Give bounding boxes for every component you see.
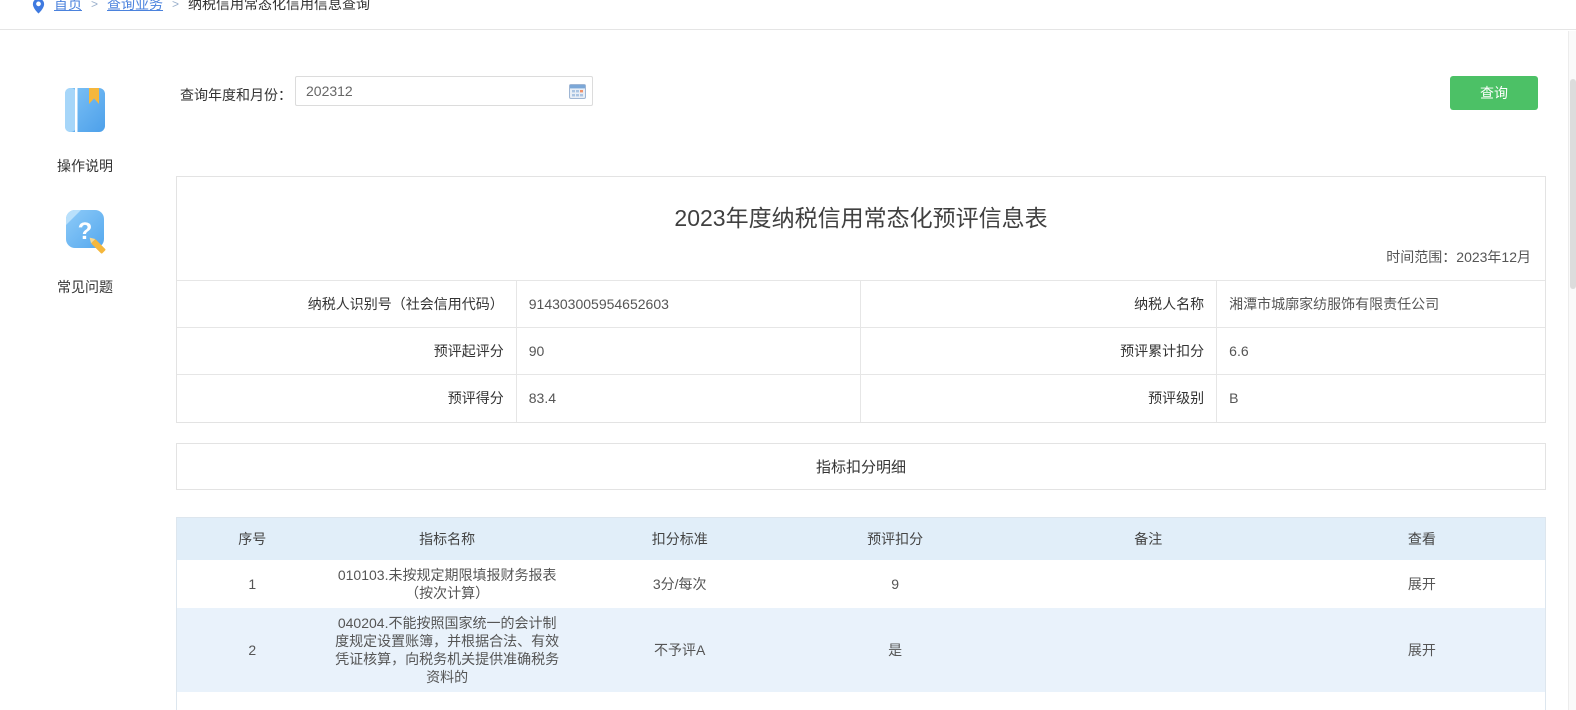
- credit-level-value: B: [1217, 375, 1545, 422]
- breadcrumb-home-link[interactable]: 首页: [54, 0, 82, 14]
- taxpayer-name-label: 纳税人名称: [861, 281, 1217, 328]
- deduction-cell: 是: [793, 608, 998, 692]
- col-header-standard: 扣分标准: [567, 518, 793, 560]
- table-row: 1 010103.未按规定期限填报财务报表 （按次计算） 3分/每次 9 展开: [177, 560, 1545, 608]
- deduction-detail-section-title: 指标扣分明细: [176, 443, 1546, 490]
- deduction-detail-table-container: 序号 指标名称 扣分标准 预评扣分 备注 查看 1 010103.未按规定期限填…: [176, 517, 1546, 710]
- sidebar-item-operation-guide[interactable]: 操作说明: [40, 85, 130, 176]
- remark-cell: [998, 560, 1299, 608]
- sidebar-item-label: 操作说明: [40, 156, 130, 176]
- sidebar: 操作说明 ? 常见: [40, 85, 130, 297]
- col-header-deduction: 预评扣分: [793, 518, 998, 560]
- sidebar-item-faq[interactable]: ? 常见问题: [40, 206, 130, 297]
- col-header-remark: 备注: [998, 518, 1299, 560]
- table-row: 2 040204.不能按照国家统一的会计制度规定设置账簿，并根据合法、有效凭证核…: [177, 608, 1545, 692]
- breadcrumb: 首页 > 查询业务 > 纳税信用常态化信用信息查询: [32, 0, 370, 14]
- sidebar-item-label: 常见问题: [40, 277, 130, 297]
- table-row: 纳税人识别号（社会信用代码） 914303005954652603 纳税人名称 …: [177, 281, 1545, 328]
- scrollbar[interactable]: [1568, 31, 1576, 710]
- page: 首页 > 查询业务 > 纳税信用常态化信用信息查询: [0, 0, 1576, 710]
- col-header-view: 查看: [1299, 518, 1545, 560]
- query-button[interactable]: 查询: [1450, 76, 1538, 110]
- calendar-icon[interactable]: [569, 84, 586, 104]
- breadcrumb-query-business-link[interactable]: 查询业务: [107, 0, 163, 14]
- col-header-seq: 序号: [177, 518, 327, 560]
- seq-cell: 1: [177, 560, 327, 608]
- expand-link[interactable]: 展开: [1408, 642, 1436, 658]
- total-deduction-label: 预评累计扣分: [861, 328, 1217, 375]
- start-score-label: 预评起评分: [177, 328, 516, 375]
- report-title: 2023年度纳税信用常态化预评信息表: [177, 199, 1545, 233]
- taxpayer-info-table: 纳税人识别号（社会信用代码） 914303005954652603 纳税人名称 …: [177, 280, 1545, 422]
- table-row: 预评起评分 90 预评累计扣分 6.6: [177, 328, 1545, 375]
- table-header-row: 序号 指标名称 扣分标准 预评扣分 备注 查看: [177, 518, 1545, 560]
- location-pin-icon: [32, 0, 45, 14]
- report-panel: 2023年度纳税信用常态化预评信息表 时间范围：2023年12月 纳税人识别号（…: [176, 176, 1546, 423]
- remark-cell: [998, 608, 1299, 692]
- query-period-input[interactable]: [295, 76, 593, 106]
- standard-cell: 3分/每次: [567, 560, 793, 608]
- col-header-indicator: 指标名称: [327, 518, 566, 560]
- report-header: 2023年度纳税信用常态化预评信息表 时间范围：2023年12月: [177, 177, 1545, 280]
- question-icon: ?: [62, 206, 108, 256]
- book-icon: [62, 85, 108, 135]
- start-score-value: 90: [516, 328, 861, 375]
- deduction-cell: 9: [793, 560, 998, 608]
- credit-level-label: 预评级别: [861, 375, 1217, 422]
- scrollbar-thumb[interactable]: [1570, 79, 1576, 289]
- query-period-label: 查询年度和月份：: [180, 85, 292, 105]
- taxpayer-name-value: 湘潭市城廓家纺服饰有限责任公司: [1217, 281, 1545, 328]
- deduction-detail-table: 序号 指标名称 扣分标准 预评扣分 备注 查看 1 010103.未按规定期限填…: [177, 518, 1545, 692]
- total-deduction-value: 6.6: [1217, 328, 1545, 375]
- seq-cell: 2: [177, 608, 327, 692]
- breadcrumb-current-page: 纳税信用常态化信用信息查询: [188, 0, 370, 14]
- table-row: 预评得分 83.4 预评级别 B: [177, 375, 1545, 422]
- standard-cell: 不予评A: [567, 608, 793, 692]
- query-period-field: [295, 76, 593, 106]
- time-range-value: 2023年12月: [1456, 249, 1531, 265]
- final-score-label: 预评得分: [177, 375, 516, 422]
- indicator-cell: 010103.未按规定期限填报财务报表 （按次计算）: [327, 560, 566, 608]
- expand-link[interactable]: 展开: [1408, 576, 1436, 592]
- taxpayer-id-label: 纳税人识别号（社会信用代码）: [177, 281, 516, 328]
- time-range: 时间范围：2023年12月: [1386, 247, 1531, 267]
- indicator-cell: 040204.不能按照国家统一的会计制度规定设置账簿，并根据合法、有效凭证核算，…: [327, 608, 566, 692]
- time-range-label: 时间范围：: [1386, 249, 1456, 265]
- svg-text:?: ?: [78, 218, 93, 245]
- breadcrumb-separator: >: [172, 0, 179, 11]
- taxpayer-id-value: 914303005954652603: [516, 281, 861, 328]
- final-score-value: 83.4: [516, 375, 861, 422]
- breadcrumb-bar: 首页 > 查询业务 > 纳税信用常态化信用信息查询: [0, 0, 1576, 30]
- breadcrumb-separator: >: [91, 0, 98, 11]
